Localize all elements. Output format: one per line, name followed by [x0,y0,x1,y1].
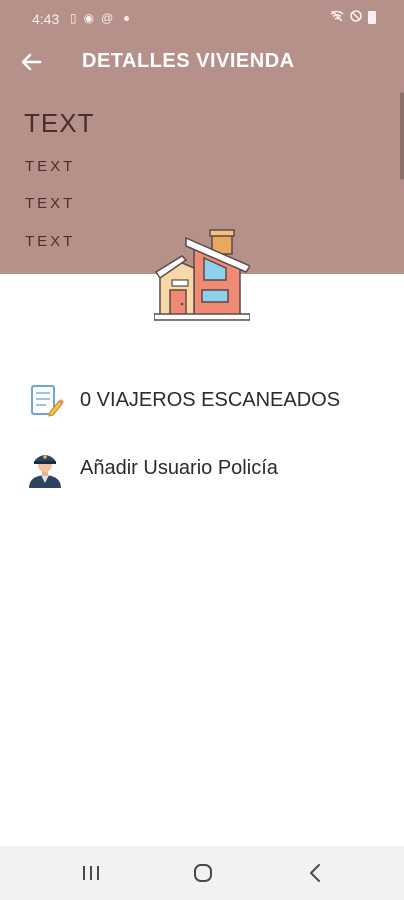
notification-icon: ◉ [83,11,95,25]
header-line-3: TEXT [25,233,76,250]
dnd-icon [350,10,362,25]
list-item-label: Añadir Usuario Policía [80,457,278,479]
status-icons-left: ▯ ◉ @ [70,11,130,25]
status-bar: 4:43 ▯ ◉ @ [0,0,404,36]
navigation-bar [0,846,404,900]
status-icons-right [330,10,376,25]
home-icon[interactable] [188,858,218,888]
dot [124,15,130,21]
header-heading: TEXT [24,108,95,138]
back-icon[interactable] [300,858,330,888]
page-title: DETALLES VIVIENDA [82,50,295,72]
sim-icon: ▯ [70,11,77,25]
list-item-add-police-user[interactable]: Añadir Usuario Policía [0,440,404,496]
recents-icon[interactable] [76,858,106,888]
police-officer-icon [26,450,64,488]
notepad-icon [26,382,64,420]
toolbar: DETALLES VIVIENDA [0,36,404,88]
at-icon: @ [101,11,114,25]
house-icon [153,228,252,324]
header-line-1: TEXT [25,158,76,175]
status-time: 4:43 [32,11,60,27]
wifi-off-icon [330,10,344,25]
scroll-indicator [400,92,404,180]
list-item-viajeros[interactable]: 0 VIAJEROS ESCANEADOS [0,372,404,428]
back-arrow-icon[interactable] [18,48,46,76]
battery-icon [368,11,376,24]
list-item-label: 0 VIAJEROS ESCANEADOS [80,389,341,411]
header-line-2: TEXT [25,195,76,212]
